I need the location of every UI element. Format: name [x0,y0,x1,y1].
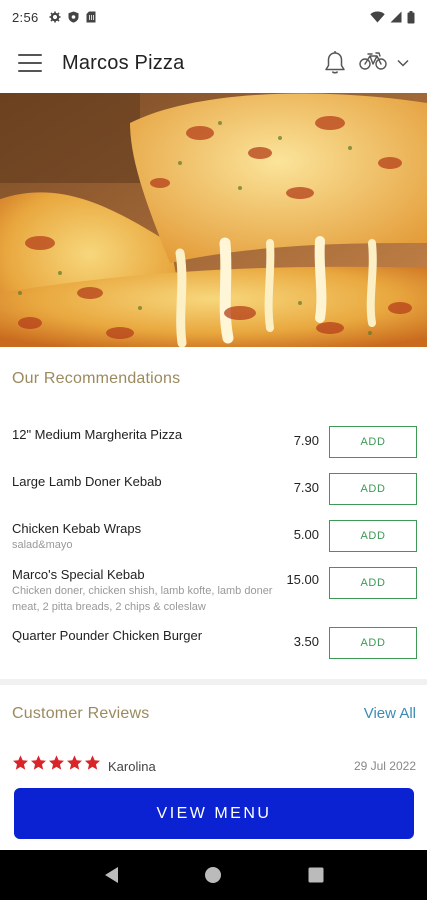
item-price: 5.00 [293,527,319,542]
status-bar: 2:56 [0,0,427,34]
status-left-icons [49,11,96,23]
reviewer-name: Karolina [108,759,156,774]
pizza-cheese-pull-photo [0,93,427,347]
item-name: Quarter Pounder Chicken Burger [12,628,203,643]
item-description: salad&mayo [12,539,73,551]
shield-icon [68,11,79,23]
recents-icon[interactable] [296,855,336,895]
star-rating [12,755,101,771]
cellular-signal-icon [390,11,402,23]
battery-icon [407,10,415,24]
add-button[interactable]: ADD [329,473,417,505]
item-description: Chicken doner, chicken shish, lamb kofte… [12,585,273,613]
add-button[interactable]: ADD [329,426,417,458]
item-name: Chicken Kebab Wraps [12,521,142,536]
bell-icon[interactable] [323,50,347,76]
item-name: 12" Medium Margherita Pizza [12,427,183,442]
app-bar-actions [323,50,409,76]
page-title: Marcos Pizza [62,51,185,74]
star-icon [48,755,65,770]
menu-icon[interactable] [18,54,42,72]
star-icon [30,755,47,770]
home-icon[interactable] [193,855,233,895]
item-name: Large Lamb Doner Kebab [12,474,162,489]
sim-card-icon [86,11,96,23]
view-menu-button[interactable]: VIEW MENU [14,788,414,839]
add-button[interactable]: ADD [329,520,417,552]
reviews-title: Customer Reviews [12,705,150,722]
review-date: 29 Jul 2022 [353,759,416,773]
app-bar: Marcos Pizza [0,34,427,92]
recommendations-section: Our Recommendations 12" Medium Margherit… [0,347,427,679]
status-time: 2:56 [12,9,39,25]
view-all-link[interactable]: View All [364,705,416,722]
back-icon[interactable] [91,855,131,895]
customer-reviews-section: Customer Reviews View All Karolina 29 Ju… [0,685,427,785]
delivery-mode-selector[interactable] [359,51,409,76]
item-price: 3.50 [293,634,319,649]
star-icon [12,755,29,770]
item-price: 7.30 [293,480,319,495]
star-icon [84,755,101,770]
bicycle-icon [359,51,387,76]
recommendations-title: Our Recommendations [12,370,181,387]
add-button[interactable]: ADD [329,567,417,599]
hero-image [0,93,427,347]
star-icon [66,755,83,770]
review-item: Karolina 29 Jul 2022 [0,755,427,775]
chevron-down-icon [397,54,409,72]
item-price: 15.00 [286,572,319,587]
system-nav-bar [0,850,427,900]
item-name: Marco's Special Kebab [12,567,145,582]
wifi-icon [370,11,385,23]
item-price: 7.90 [293,433,319,448]
add-button[interactable]: ADD [329,627,417,659]
gear-icon [49,11,61,23]
status-right-icons [370,10,415,24]
